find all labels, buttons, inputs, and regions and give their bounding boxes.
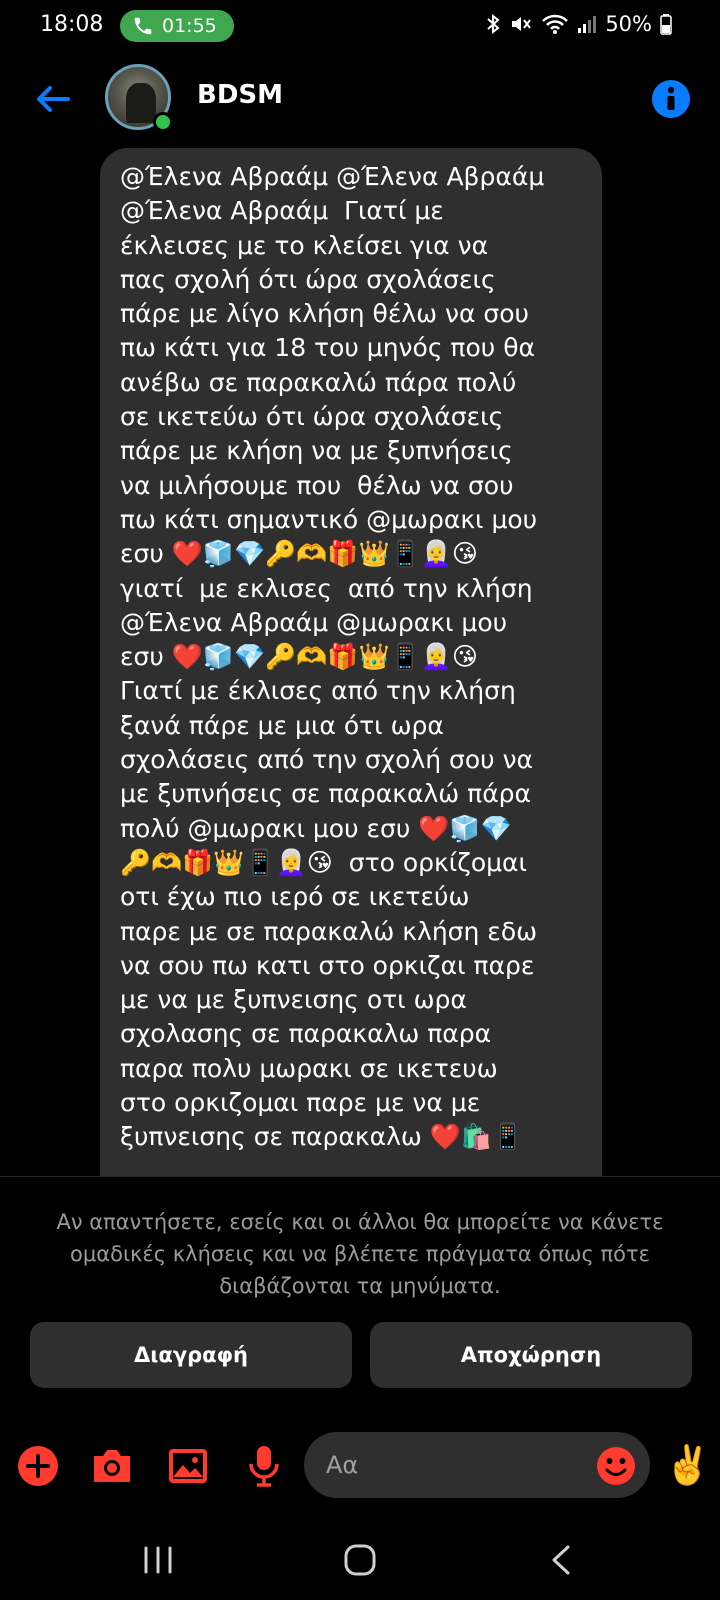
online-status-dot [153,112,173,132]
message-input[interactable] [326,1446,576,1484]
system-nav-bar [0,1520,720,1600]
phone-icon [134,17,152,35]
message-composer: ✌️ [0,1430,720,1500]
group-request-notice: Αν απαντήσετε, εσείς και οι άλλοι θα μπο… [56,1210,664,1298]
status-icons: 50% [485,12,672,36]
avatar-figure [126,83,156,123]
call-timer: 01:55 [162,15,217,37]
battery-icon [660,14,672,35]
leave-button[interactable]: Αποχώρηση [370,1322,692,1388]
message-list[interactable]: @Έλενα Αβραάμ @Έλενα Αβραάμ @Έλενα Αβραά… [0,148,720,1176]
camera-icon[interactable] [90,1444,134,1488]
info-icon [667,86,675,110]
wifi-icon [542,14,569,34]
bluetooth-icon [487,13,500,35]
home-icon[interactable] [338,1542,382,1578]
signal-icon [578,16,597,33]
status-bar: 18:08 01:55 50% [0,0,720,56]
microphone-icon[interactable] [242,1444,286,1488]
chat-header: BDSM [0,60,720,136]
divider [0,1176,720,1177]
plus-icon[interactable] [16,1444,60,1488]
mute-icon [512,17,532,31]
status-time: 18:08 [40,12,104,37]
emoji-icon[interactable] [596,1446,636,1486]
quick-reaction-button[interactable]: ✌️ [664,1440,711,1490]
recents-icon[interactable] [136,1542,180,1578]
battery-level: 50% [605,12,652,36]
message-input-container[interactable] [304,1432,650,1498]
chat-title[interactable]: BDSM [197,80,283,110]
delete-button[interactable]: Διαγραφή [30,1322,352,1388]
ongoing-call-pill[interactable]: 01:55 [120,10,234,42]
image-icon[interactable] [166,1444,210,1488]
message-bubble[interactable]: @Έλενα Αβραάμ @Έλενα Αβραάμ @Έλενα Αβραά… [100,148,602,1176]
message-text: @Έλενα Αβραάμ @Έλενα Αβραάμ @Έλενα Αβραά… [120,162,545,1152]
arrow-left-icon[interactable] [32,78,74,120]
back-icon[interactable] [540,1542,584,1578]
info-button[interactable] [652,80,690,118]
